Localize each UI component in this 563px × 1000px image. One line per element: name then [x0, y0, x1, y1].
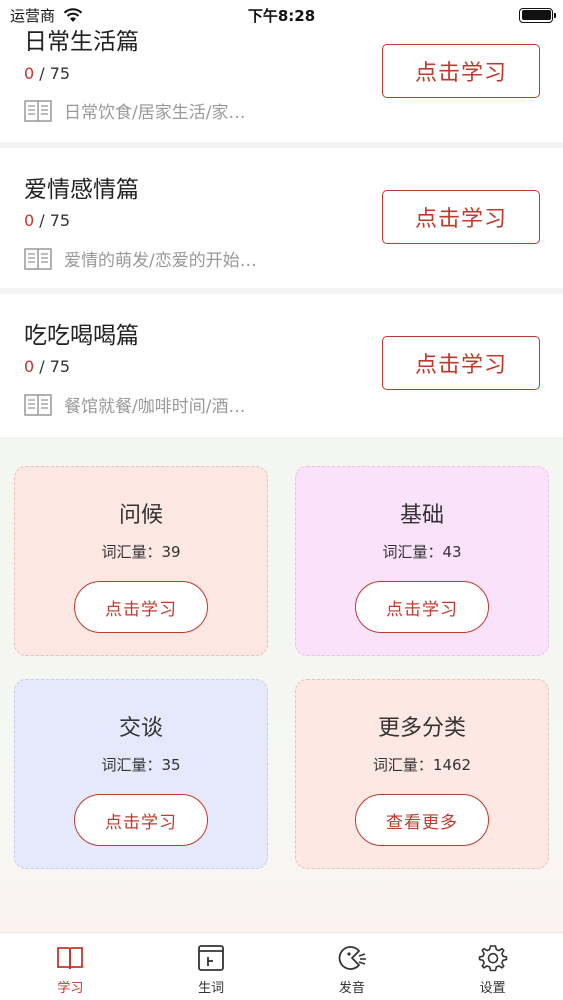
- gear-icon: [478, 945, 507, 972]
- category-study-button[interactable]: 点击学习: [74, 581, 208, 633]
- category-title: 更多分类: [377, 716, 466, 741]
- category-title: 问候: [118, 503, 163, 528]
- study-button[interactable]: 点击学习: [382, 190, 540, 244]
- tab-vocabulary[interactable]: 生词: [141, 933, 282, 1000]
- book-icon: [57, 947, 84, 970]
- progress-done: 0: [24, 357, 35, 376]
- wifi-icon: [63, 7, 83, 22]
- tab-bar: 学习 生词 发音 设置: [0, 932, 563, 1000]
- course-item[interactable]: 爱情感情篇 0 / 75 爱情的萌发/恋爱的开始… 点击学习: [0, 148, 563, 288]
- tab-label: 学习: [57, 981, 84, 996]
- status-left: 运营商: [10, 5, 83, 26]
- category-title: 基础: [399, 503, 444, 528]
- category-vocab-count: 词汇量：1462: [372, 756, 472, 774]
- carrier-label: 运营商: [10, 6, 56, 25]
- status-bar: 运营商 下午8:28: [0, 0, 563, 30]
- category-study-button[interactable]: 点击学习: [355, 581, 489, 633]
- book-icon: [24, 393, 52, 416]
- tab-label: 发音: [338, 981, 365, 996]
- vocab-icon: [198, 945, 225, 971]
- course-progress: 0 / 75: [24, 64, 70, 83]
- category-grid: 问候 词汇量：39 点击学习 基础 词汇量：43 点击学习 交谈 词汇量：35 …: [0, 437, 563, 932]
- course-description-text: 日常饮食/居家生活/家…: [64, 103, 246, 123]
- tab-study[interactable]: 学习: [0, 933, 141, 1000]
- category-study-button[interactable]: 点击学习: [74, 794, 208, 846]
- category-card-greeting[interactable]: 问候 词汇量：39 点击学习: [14, 466, 268, 656]
- progress-total: / 75: [34, 64, 71, 83]
- course-item[interactable]: 吃吃喝喝篇 0 / 75 餐馆就餐/咖啡时间/酒… 点击学习: [0, 294, 563, 434]
- course-progress: 0 / 75: [24, 211, 70, 230]
- course-description: 日常饮食/居家生活/家…: [24, 98, 245, 123]
- tab-settings[interactable]: 设置: [422, 933, 563, 1000]
- tab-pronunciation[interactable]: 发音: [282, 933, 423, 1000]
- view-more-button[interactable]: 查看更多: [355, 794, 489, 846]
- study-button[interactable]: 点击学习: [382, 336, 540, 390]
- course-progress: 0 / 75: [24, 357, 70, 376]
- course-title: 爱情感情篇: [24, 177, 139, 203]
- course-description: 爱情的萌发/恋爱的开始…: [24, 246, 257, 271]
- book-icon: [24, 99, 52, 122]
- course-title: 吃吃喝喝篇: [24, 323, 139, 349]
- progress-total: / 75: [34, 211, 71, 230]
- tab-label: 生词: [198, 981, 225, 996]
- course-description-text: 餐馆就餐/咖啡时间/酒…: [64, 397, 246, 417]
- course-description: 餐馆就餐/咖啡时间/酒…: [24, 392, 245, 417]
- category-card-more[interactable]: 更多分类 词汇量：1462 查看更多: [295, 679, 549, 869]
- battery-icon: [519, 7, 556, 23]
- category-card-conversation[interactable]: 交谈 词汇量：35 点击学习: [14, 679, 268, 869]
- progress-done: 0: [24, 64, 35, 83]
- progress-done: 0: [24, 211, 35, 230]
- category-title: 交谈: [118, 716, 163, 741]
- book-icon: [24, 247, 52, 270]
- study-button[interactable]: 点击学习: [382, 44, 540, 98]
- progress-total: / 75: [34, 357, 71, 376]
- category-vocab-count: 词汇量：39: [101, 543, 181, 561]
- tab-label: 设置: [479, 981, 506, 996]
- category-vocab-count: 词汇量：43: [382, 543, 462, 561]
- status-time: 下午8:28: [247, 6, 316, 25]
- category-vocab-count: 词汇量：35: [101, 756, 181, 774]
- course-description-text: 爱情的萌发/恋爱的开始…: [64, 251, 257, 271]
- pronunciation-icon: [338, 946, 366, 970]
- category-card-basics[interactable]: 基础 词汇量：43 点击学习: [295, 466, 549, 656]
